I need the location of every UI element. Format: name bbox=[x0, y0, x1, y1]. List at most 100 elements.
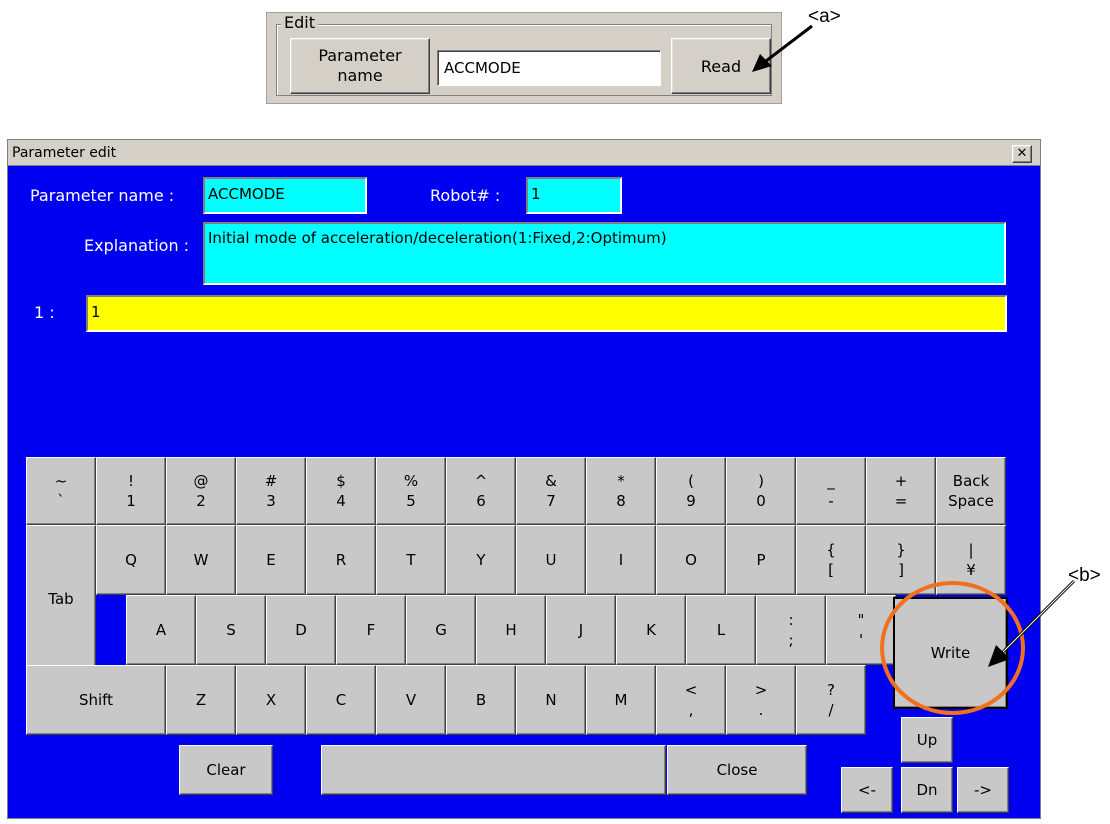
key-o[interactable]: O bbox=[656, 525, 726, 595]
key-sym2-1[interactable]: }] bbox=[866, 525, 936, 595]
key-sym4-0[interactable]: <, bbox=[656, 665, 726, 735]
key-glyph: ^ bbox=[474, 472, 488, 490]
key-glyph: ' bbox=[858, 631, 864, 649]
key-glyph: 6 bbox=[476, 492, 486, 510]
key-glyph: ] bbox=[898, 561, 904, 579]
key-num-1[interactable]: ! 1 bbox=[96, 457, 166, 525]
key-sym4-2[interactable]: ? / bbox=[796, 665, 866, 735]
key-e[interactable]: E bbox=[236, 525, 306, 595]
key-f[interactable]: F bbox=[336, 595, 406, 665]
key-num-10[interactable]: ) 0 bbox=[726, 457, 796, 525]
space-key[interactable] bbox=[321, 745, 666, 795]
key-glyph: 9 bbox=[686, 492, 696, 510]
key-glyph: ! bbox=[127, 472, 134, 490]
key-glyph: = bbox=[894, 492, 908, 510]
key-r[interactable]: R bbox=[306, 525, 376, 595]
key-d[interactable]: D bbox=[266, 595, 336, 665]
parameter-name-input[interactable]: ACCMODE bbox=[437, 50, 661, 86]
key-u[interactable]: U bbox=[516, 525, 586, 595]
key-glyph: 0 bbox=[756, 492, 766, 510]
value-input[interactable]: 1 bbox=[86, 295, 1007, 332]
key-n[interactable]: N bbox=[516, 665, 586, 735]
key-num-7[interactable]: & 7 bbox=[516, 457, 586, 525]
parameter-name-button[interactable]: Parameter name bbox=[290, 38, 430, 94]
key-g[interactable]: G bbox=[406, 595, 476, 665]
right-arrow-button[interactable]: -> bbox=[957, 767, 1009, 813]
key-glyph: * bbox=[617, 472, 625, 490]
key-a[interactable]: A bbox=[126, 595, 196, 665]
key-glyph: , bbox=[688, 701, 694, 719]
robot-number-field: 1 bbox=[526, 177, 622, 214]
key-glyph: - bbox=[828, 492, 834, 510]
key-p[interactable]: P bbox=[726, 525, 796, 595]
key-h[interactable]: H bbox=[476, 595, 546, 665]
key-k[interactable]: K bbox=[616, 595, 686, 665]
key-num-2[interactable]: @2 bbox=[166, 457, 236, 525]
key-glyph: 2 bbox=[196, 492, 206, 510]
key-glyph: . bbox=[758, 701, 764, 719]
key-glyph: > bbox=[754, 681, 768, 699]
key-glyph: : bbox=[788, 611, 794, 629]
key-glyph: | bbox=[968, 541, 974, 559]
key-y[interactable]: Y bbox=[446, 525, 516, 595]
parameter-name-label: Parameter name : bbox=[30, 186, 175, 205]
key-num-0[interactable]: ~ ` bbox=[26, 457, 96, 525]
key-c[interactable]: C bbox=[306, 665, 376, 735]
value-index-label: 1 : bbox=[34, 303, 55, 322]
key-glyph: ~ bbox=[54, 472, 68, 490]
key-w[interactable]: W bbox=[166, 525, 236, 595]
key-tab[interactable]: Tab bbox=[26, 525, 96, 672]
key-t[interactable]: T bbox=[376, 525, 446, 595]
key-v[interactable]: V bbox=[376, 665, 446, 735]
key-num-8[interactable]: * 8 bbox=[586, 457, 656, 525]
key-shift[interactable]: Shift bbox=[26, 665, 166, 735]
key-num-12[interactable]: + = bbox=[866, 457, 936, 525]
key-q[interactable]: Q bbox=[96, 525, 166, 595]
key-b[interactable]: B bbox=[446, 665, 516, 735]
key-glyph: Space bbox=[948, 492, 994, 510]
dialog-title: Parameter edit bbox=[12, 145, 117, 161]
clear-button[interactable]: Clear bbox=[179, 745, 273, 795]
key-num-6[interactable]: ^ 6 bbox=[446, 457, 516, 525]
key-sym4-1[interactable]: >. bbox=[726, 665, 796, 735]
key-glyph: 1 bbox=[126, 492, 136, 510]
robot-number-label: Robot# : bbox=[430, 186, 501, 205]
key-sym3-0[interactable]: :; bbox=[756, 595, 826, 665]
key-glyph: _ bbox=[827, 472, 835, 490]
key-glyph: @ bbox=[193, 472, 209, 490]
key-glyph: [ bbox=[828, 561, 834, 579]
callout-b-arrow bbox=[988, 579, 1076, 667]
key-sym2-0[interactable]: {[ bbox=[796, 525, 866, 595]
key-i[interactable]: I bbox=[586, 525, 656, 595]
key-sym3-1[interactable]: " ' bbox=[826, 595, 896, 665]
key-glyph: # bbox=[264, 472, 278, 490]
callout-a-arrow bbox=[752, 24, 813, 72]
key-glyph: Back bbox=[952, 472, 990, 490]
parameter-name-button-label: Parameter name bbox=[318, 46, 402, 85]
left-arrow-button[interactable]: <- bbox=[841, 767, 893, 813]
key-s[interactable]: S bbox=[196, 595, 266, 665]
dialog-titlebar bbox=[8, 140, 1040, 166]
up-button[interactable]: Up bbox=[901, 717, 953, 763]
close-icon[interactable]: ✕ bbox=[1012, 145, 1032, 163]
down-button[interactable]: Dn bbox=[901, 767, 953, 813]
key-glyph: 4 bbox=[336, 492, 346, 510]
key-num-9[interactable]: (9 bbox=[656, 457, 726, 525]
key-num-3[interactable]: #3 bbox=[236, 457, 306, 525]
key-backspace[interactable]: Back Space bbox=[936, 457, 1006, 525]
key-num-11[interactable]: _ - bbox=[796, 457, 866, 525]
key-z[interactable]: Z bbox=[166, 665, 236, 735]
key-x[interactable]: X bbox=[236, 665, 306, 735]
key-m[interactable]: M bbox=[586, 665, 656, 735]
key-num-4[interactable]: $4 bbox=[306, 457, 376, 525]
key-j[interactable]: J bbox=[546, 595, 616, 665]
key-l[interactable]: L bbox=[686, 595, 756, 665]
key-glyph: 5 bbox=[406, 492, 416, 510]
key-glyph: $ bbox=[336, 472, 346, 490]
key-glyph: 7 bbox=[546, 492, 556, 510]
key-glyph: ¥ bbox=[966, 561, 976, 579]
key-glyph: & bbox=[545, 472, 557, 490]
key-num-5[interactable]: % 5 bbox=[376, 457, 446, 525]
close-button[interactable]: Close bbox=[667, 745, 807, 795]
key-glyph: } bbox=[896, 541, 906, 559]
